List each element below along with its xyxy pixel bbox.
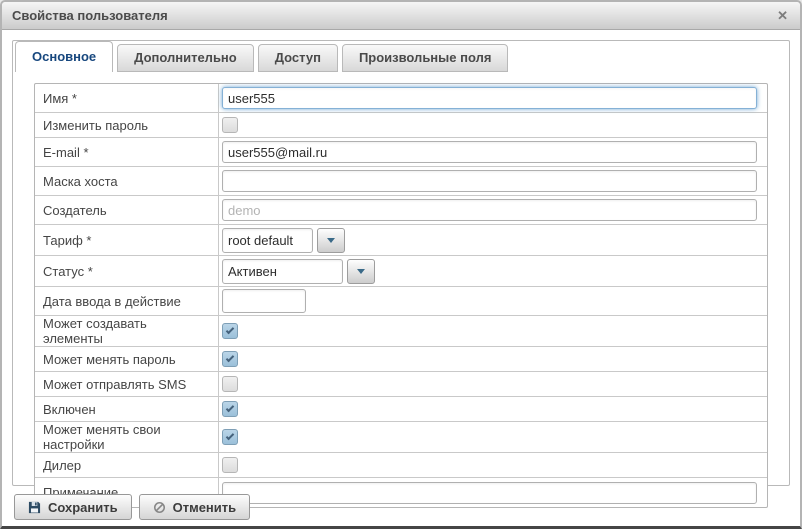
- status-label: Статус *: [35, 256, 219, 286]
- note-input[interactable]: [222, 482, 757, 504]
- can-change-password-field: [219, 347, 767, 371]
- tariff-label: Тариф *: [35, 225, 219, 255]
- can-change-password-checkbox[interactable]: [222, 351, 238, 367]
- enabled-label: Включен: [35, 397, 219, 421]
- cancel-button-label: Отменить: [173, 500, 237, 515]
- tab-extra[interactable]: Дополнительно: [117, 44, 254, 72]
- can-send-sms-checkbox[interactable]: [222, 376, 238, 392]
- tab-main[interactable]: Основное: [15, 41, 113, 72]
- form-row-can-change-settings: Может менять свои настройки: [35, 422, 767, 453]
- dealer-field: [219, 453, 767, 477]
- can-create-items-field: [219, 316, 767, 346]
- creator-label: Создатель: [35, 196, 219, 224]
- can-create-items-label: Может создавать элементы: [35, 316, 219, 346]
- dialog-title: Свойства пользователя: [12, 8, 168, 23]
- check-icon: [226, 404, 234, 412]
- enabled-field: [219, 397, 767, 421]
- dealer-checkbox[interactable]: [222, 457, 238, 473]
- tab-panel: ОсновноеДополнительноДоступПроизвольные …: [12, 40, 790, 486]
- form-row-name: Имя *: [35, 84, 767, 113]
- form-row-status: Статус *: [35, 256, 767, 287]
- form-row-can-change-password: Может менять пароль: [35, 347, 767, 372]
- cancel-icon: [153, 501, 166, 514]
- status-combo: [222, 259, 375, 284]
- can-send-sms-label: Может отправлять SMS: [35, 372, 219, 396]
- form-row-host-mask: Маска хоста: [35, 167, 767, 196]
- status-dropdown-arrow-icon[interactable]: [347, 259, 375, 284]
- can-create-items-checkbox[interactable]: [222, 323, 238, 339]
- cancel-button[interactable]: Отменить: [139, 494, 251, 520]
- activation-date-input[interactable]: [222, 289, 306, 313]
- can-change-settings-checkbox[interactable]: [222, 429, 238, 445]
- form-row-change-password: Изменить пароль: [35, 113, 767, 138]
- bottom-toolbar: Сохранить Отменить: [14, 494, 250, 520]
- email-label: E-mail *: [35, 138, 219, 166]
- email-field: [219, 138, 767, 166]
- status-combo-input[interactable]: [222, 259, 343, 284]
- panel-body: Имя *Изменить парольE-mail *Маска хостаС…: [13, 83, 789, 508]
- save-button[interactable]: Сохранить: [14, 494, 132, 520]
- change-password-checkbox[interactable]: [222, 117, 238, 133]
- activation-date-field: [219, 287, 767, 315]
- form-row-enabled: Включен: [35, 397, 767, 422]
- check-icon: [226, 432, 234, 440]
- form-row-dealer: Дилер: [35, 453, 767, 478]
- form-table: Имя *Изменить парольE-mail *Маска хостаС…: [34, 83, 768, 508]
- form-row-creator: Создатель: [35, 196, 767, 225]
- dealer-label: Дилер: [35, 453, 219, 477]
- tab-access[interactable]: Доступ: [258, 44, 338, 72]
- name-input[interactable]: [222, 87, 757, 109]
- host-mask-field: [219, 167, 767, 195]
- close-icon[interactable]: ✕: [775, 7, 790, 24]
- tariff-combo: [222, 228, 345, 253]
- tariff-dropdown-arrow-icon[interactable]: [317, 228, 345, 253]
- form-row-can-create-items: Может создавать элементы: [35, 316, 767, 347]
- host-mask-label: Маска хоста: [35, 167, 219, 195]
- activation-date-label: Дата ввода в действие: [35, 287, 219, 315]
- form-row-tariff: Тариф *: [35, 225, 767, 256]
- note-field: [219, 478, 767, 507]
- can-send-sms-field: [219, 372, 767, 396]
- form-row-can-send-sms: Может отправлять SMS: [35, 372, 767, 397]
- dialog-titlebar: Свойства пользователя ✕: [2, 2, 800, 30]
- tariff-field: [219, 225, 767, 255]
- name-field: [219, 84, 767, 112]
- form-row-email: E-mail *: [35, 138, 767, 167]
- creator-input: [222, 199, 757, 221]
- change-password-label: Изменить пароль: [35, 113, 219, 137]
- name-label: Имя *: [35, 84, 219, 112]
- status-field: [219, 256, 767, 286]
- enabled-checkbox[interactable]: [222, 401, 238, 417]
- creator-field: [219, 196, 767, 224]
- check-icon: [226, 326, 234, 334]
- email-input[interactable]: [222, 141, 757, 163]
- check-icon: [226, 354, 234, 362]
- can-change-password-label: Может менять пароль: [35, 347, 219, 371]
- can-change-settings-field: [219, 422, 767, 452]
- save-button-label: Сохранить: [48, 500, 118, 515]
- tab-custom[interactable]: Произвольные поля: [342, 44, 508, 72]
- can-change-settings-label: Может менять свои настройки: [35, 422, 219, 452]
- form-row-activation-date: Дата ввода в действие: [35, 287, 767, 316]
- host-mask-input[interactable]: [222, 170, 757, 192]
- tariff-combo-input[interactable]: [222, 228, 313, 253]
- user-properties-dialog: Свойства пользователя ✕ ОсновноеДополнит…: [0, 0, 802, 529]
- tab-bar: ОсновноеДополнительноДоступПроизвольные …: [13, 41, 789, 72]
- change-password-field: [219, 113, 767, 137]
- save-icon: [28, 501, 41, 514]
